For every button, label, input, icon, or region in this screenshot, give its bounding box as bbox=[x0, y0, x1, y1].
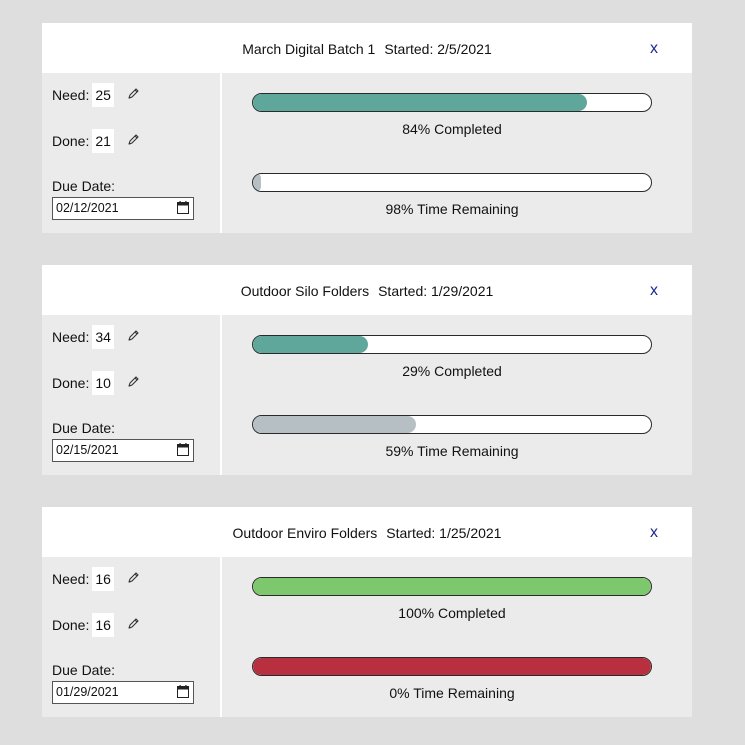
panel-divider bbox=[220, 315, 222, 475]
pencil-icon[interactable] bbox=[126, 375, 140, 389]
due-date-input[interactable]: 02/15/2021 bbox=[52, 439, 194, 462]
due-date-value: 02/15/2021 bbox=[56, 443, 119, 457]
time-remaining-fill bbox=[253, 416, 417, 433]
time-remaining-caption: 0% Time Remaining bbox=[389, 685, 515, 701]
need-value: 16 bbox=[92, 567, 114, 591]
pencil-icon[interactable] bbox=[126, 617, 140, 631]
batch-card: Outdoor Enviro Folders Started: 1/25/2021… bbox=[42, 507, 692, 717]
batch-started-date: Started: 1/25/2021 bbox=[386, 525, 502, 541]
due-date-label: Due Date: bbox=[52, 662, 116, 678]
done-label: Done: bbox=[52, 617, 90, 633]
close-button[interactable]: x bbox=[650, 23, 658, 75]
card-details-panel: Need: 25 Done: 21 Due Date: 02/12/2021 bbox=[42, 73, 220, 233]
completed-caption: 84% Completed bbox=[402, 121, 502, 137]
completed-progress-fill bbox=[253, 336, 369, 353]
calendar-icon[interactable] bbox=[177, 443, 189, 456]
completed-progress-bar bbox=[252, 93, 652, 112]
time-remaining-fill bbox=[253, 658, 651, 675]
due-date-label: Due Date: bbox=[52, 178, 116, 194]
batch-started-date: Started: 2/5/2021 bbox=[384, 41, 492, 57]
panel-divider bbox=[220, 73, 222, 233]
time-remaining-caption: 59% Time Remaining bbox=[385, 443, 519, 459]
done-label: Done: bbox=[52, 133, 90, 149]
batch-name: Outdoor Enviro Folders bbox=[232, 525, 378, 541]
need-row: Need: 25 bbox=[52, 83, 140, 107]
due-date-input[interactable]: 01/29/2021 bbox=[52, 681, 194, 704]
done-value: 16 bbox=[92, 613, 114, 637]
need-value: 34 bbox=[92, 325, 114, 349]
done-row: Done: 21 bbox=[52, 129, 140, 153]
completed-progress-fill bbox=[253, 94, 588, 111]
pencil-icon[interactable] bbox=[126, 571, 140, 585]
calendar-icon[interactable] bbox=[177, 685, 189, 698]
done-row: Done: 10 bbox=[52, 371, 140, 395]
time-remaining-bar bbox=[252, 415, 652, 434]
time-remaining-bar bbox=[252, 173, 652, 192]
done-value: 21 bbox=[92, 129, 114, 153]
batch-started-date: Started: 1/29/2021 bbox=[378, 283, 494, 299]
pencil-icon[interactable] bbox=[126, 133, 140, 147]
card-header: March Digital Batch 1 Started: 2/5/2021 x bbox=[42, 23, 692, 73]
close-button[interactable]: x bbox=[650, 507, 658, 559]
due-date-value: 02/12/2021 bbox=[56, 201, 119, 215]
time-remaining-caption: 98% Time Remaining bbox=[385, 201, 519, 217]
panel-divider bbox=[220, 557, 222, 717]
completed-caption: 29% Completed bbox=[402, 363, 502, 379]
batch-card: Outdoor Silo Folders Started: 1/29/2021 x… bbox=[42, 265, 692, 475]
close-button[interactable]: x bbox=[650, 265, 658, 317]
done-value: 10 bbox=[92, 371, 114, 395]
need-label: Need: bbox=[52, 87, 90, 103]
time-remaining-fill bbox=[253, 174, 261, 191]
card-header: Outdoor Enviro Folders Started: 1/25/2021… bbox=[42, 507, 692, 557]
need-row: Need: 16 bbox=[52, 567, 140, 591]
completed-progress-fill bbox=[253, 578, 651, 595]
pencil-icon[interactable] bbox=[126, 329, 140, 343]
calendar-icon[interactable] bbox=[177, 201, 189, 214]
need-label: Need: bbox=[52, 329, 90, 345]
completed-caption: 100% Completed bbox=[398, 605, 506, 621]
card-details-panel: Need: 16 Done: 16 Due Date: 01/29/2021 bbox=[42, 557, 220, 717]
card-details-panel: Need: 34 Done: 10 Due Date: 02/15/2021 bbox=[42, 315, 220, 475]
need-value: 25 bbox=[92, 83, 114, 107]
card-header: Outdoor Silo Folders Started: 1/29/2021 x bbox=[42, 265, 692, 315]
pencil-icon[interactable] bbox=[126, 87, 140, 101]
due-date-label: Due Date: bbox=[52, 420, 116, 436]
batch-name: Outdoor Silo Folders bbox=[240, 283, 370, 299]
need-row: Need: 34 bbox=[52, 325, 140, 349]
due-date-input[interactable]: 02/12/2021 bbox=[52, 197, 194, 220]
batch-name: March Digital Batch 1 bbox=[242, 41, 376, 57]
time-remaining-bar bbox=[252, 657, 652, 676]
need-label: Need: bbox=[52, 571, 90, 587]
batch-card: March Digital Batch 1 Started: 2/5/2021 x… bbox=[42, 23, 692, 233]
due-date-value: 01/29/2021 bbox=[56, 685, 119, 699]
completed-progress-bar bbox=[252, 335, 652, 354]
done-label: Done: bbox=[52, 375, 90, 391]
completed-progress-bar bbox=[252, 577, 652, 596]
done-row: Done: 16 bbox=[52, 613, 140, 637]
